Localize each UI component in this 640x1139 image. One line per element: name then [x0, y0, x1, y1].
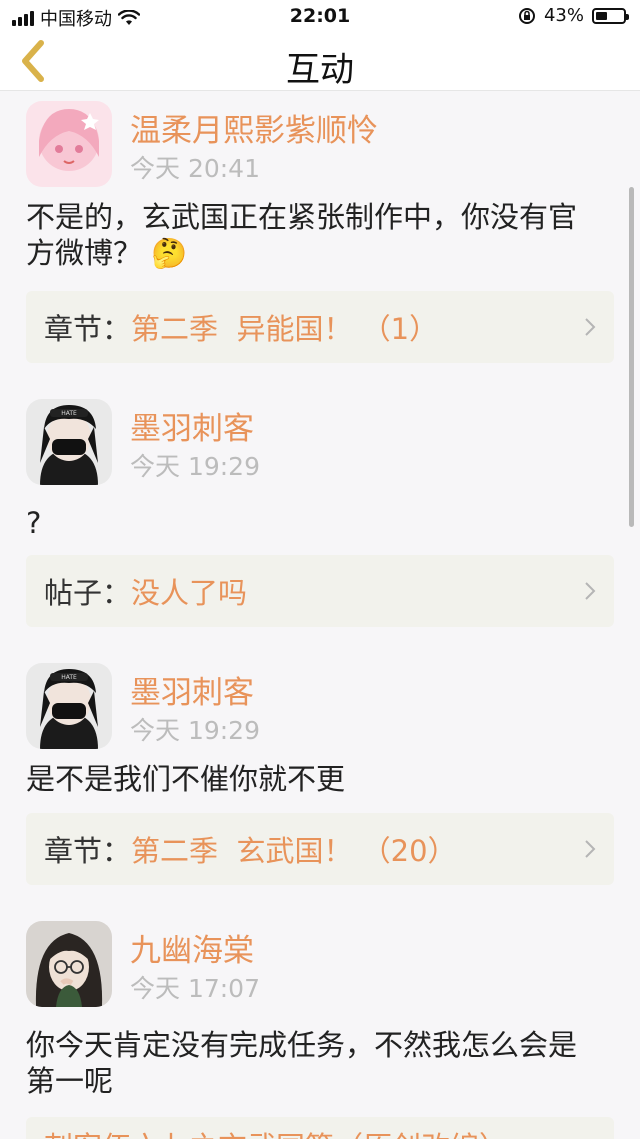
- ref-prefix: 章节：: [44, 312, 132, 346]
- item-header: HATE 墨羽刺客 今天 19:29: [26, 393, 640, 491]
- avatar[interactable]: [26, 101, 112, 187]
- comment-text: 是不是我们不催你就不更: [26, 762, 346, 796]
- book-link[interactable]: 刺客伍六七之玄武国篇（原创改编）: [26, 1117, 614, 1139]
- comment-text: 你今天肯定没有完成任务，不然我怎么会是第一呢: [26, 1028, 578, 1098]
- chevron-right-icon: [585, 840, 596, 858]
- avatar[interactable]: [26, 921, 112, 1007]
- item-header: 温柔月熙影紫顺怜 今天 20:41: [26, 95, 640, 193]
- battery-icon: [592, 7, 629, 24]
- user-name[interactable]: 墨羽刺客: [130, 403, 254, 448]
- list-item: HATE 墨羽刺客 今天 19:29 ? 帖子： 没人了吗: [0, 393, 640, 627]
- ref-target: 没人了吗: [131, 576, 248, 610]
- chapter-link[interactable]: 章节： 第二季 玄武国！ （20）: [26, 813, 614, 885]
- svg-text:HATE: HATE: [61, 410, 77, 417]
- avatar[interactable]: HATE: [26, 663, 112, 749]
- svg-text:HATE: HATE: [61, 674, 77, 681]
- user-name[interactable]: 温柔月熙影紫顺怜: [130, 105, 378, 150]
- status-bar: 中国移动 22:01 43%: [0, 0, 640, 34]
- post-link[interactable]: 帖子： 没人了吗: [26, 555, 614, 627]
- user-name[interactable]: 九幽海棠: [130, 925, 254, 970]
- avatar[interactable]: HATE: [26, 399, 112, 485]
- page-title: 互动: [286, 50, 354, 90]
- status-right-group: 43%: [518, 5, 629, 26]
- ref-prefix: 帖子：: [44, 576, 132, 610]
- item-header: HATE 墨羽刺客 今天 19:29: [26, 657, 640, 755]
- post-time: 今天 19:29: [130, 452, 260, 481]
- list-item: 九幽海棠 今天 17:07 你今天肯定没有完成任务，不然我怎么会是第一呢 刺客伍…: [0, 915, 640, 1139]
- comment-text: 不是的，玄武国正在紧张制作中，你没有官方微博？ 🤔: [26, 200, 578, 270]
- chapter-link[interactable]: 章节： 第二季 异能国！ （1）: [26, 291, 614, 363]
- ref-target: 第二季 玄武国！ （20）: [131, 834, 457, 868]
- post-time: 今天 19:29: [130, 716, 260, 745]
- list-item: HATE 墨羽刺客 今天 19:29 是不是我们不催你就不更 章节： 第二季 玄…: [0, 657, 640, 885]
- battery-percent: 43%: [543, 5, 584, 26]
- list-item: 温柔月熙影紫顺怜 今天 20:41 不是的，玄武国正在紧张制作中，你没有官方微博…: [0, 95, 640, 363]
- rotation-lock-icon: [518, 7, 535, 24]
- comment-text: ?: [26, 506, 42, 540]
- chevron-right-icon: [585, 582, 596, 600]
- user-name[interactable]: 墨羽刺客: [130, 667, 254, 712]
- post-time: 今天 17:07: [130, 974, 260, 1003]
- post-time: 今天 20:41: [130, 154, 260, 183]
- ref-target: 第二季 异能国！ （1）: [131, 312, 439, 346]
- nav-bar: 互动: [0, 34, 640, 91]
- item-header: 九幽海棠 今天 17:07: [26, 915, 640, 1013]
- battery-level: [596, 11, 607, 20]
- interaction-feed[interactable]: 温柔月熙影紫顺怜 今天 20:41 不是的，玄武国正在紧张制作中，你没有官方微博…: [0, 91, 640, 1139]
- chevron-right-icon: [585, 318, 596, 336]
- ref-prefix: 章节：: [44, 834, 132, 868]
